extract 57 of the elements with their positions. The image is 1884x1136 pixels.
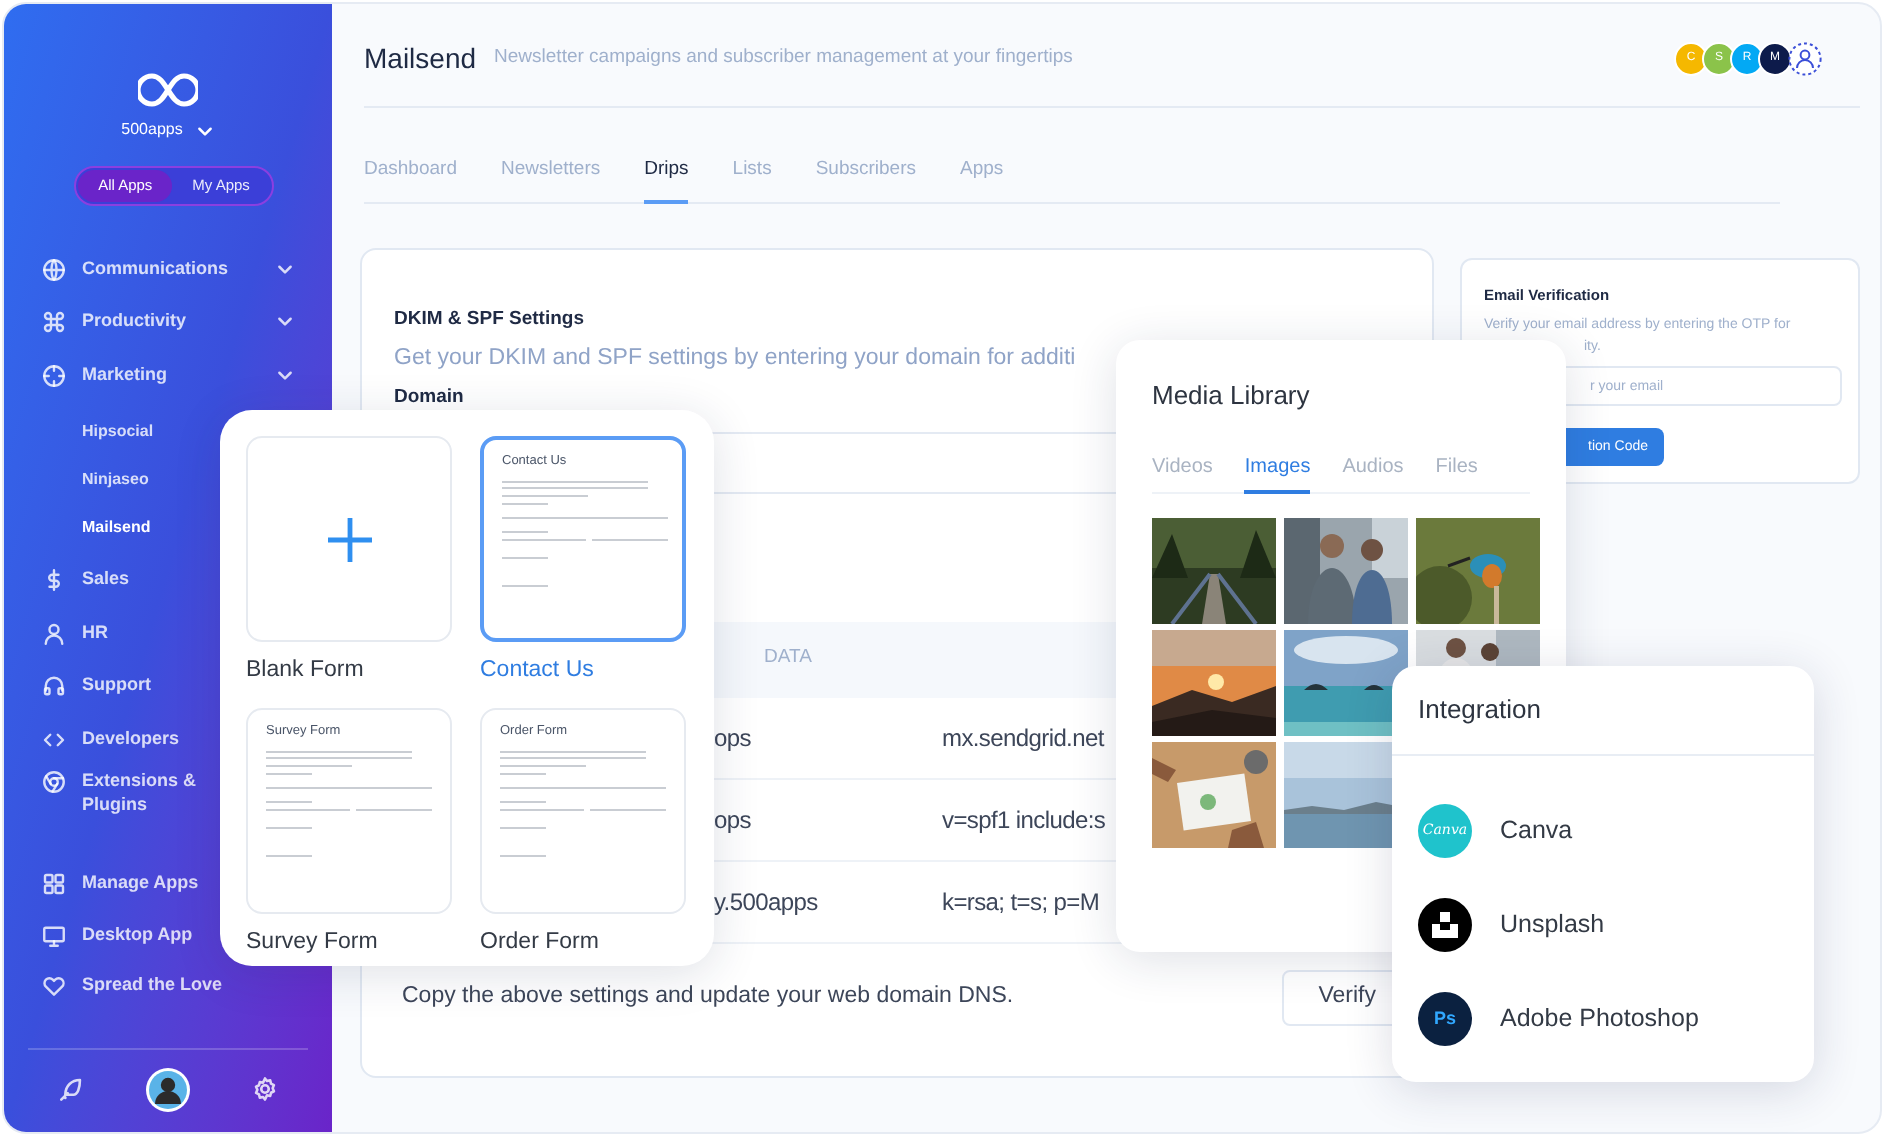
integration-name[interactable]: Unsplash xyxy=(1500,906,1605,944)
form-template-card[interactable] xyxy=(246,436,452,642)
column-header: DATA xyxy=(764,644,812,673)
sidebar-item[interactable]: Spread the Love xyxy=(82,972,223,997)
sidebar-item[interactable]: Support xyxy=(82,672,151,697)
plus-icon xyxy=(327,517,371,561)
page-subtitle: Newsletter campaigns and subscriber management at your fingertips xyxy=(494,44,1073,73)
field-label: Domain xyxy=(394,384,464,413)
template-label[interactable]: Survey Form xyxy=(246,926,378,961)
person-icon xyxy=(42,621,66,646)
command-icon xyxy=(42,310,66,335)
template-label[interactable]: Contact Us xyxy=(480,654,594,689)
monitor-icon xyxy=(42,923,66,948)
feather-icon xyxy=(58,1076,85,1102)
crosshair-icon xyxy=(42,363,66,388)
sidebar-item[interactable]: Developers xyxy=(82,725,180,750)
dollar-icon xyxy=(42,568,66,593)
section-title: DKIM & SPF Settings xyxy=(394,306,585,334)
infinity-logo-icon xyxy=(138,70,198,110)
panel-title: Integration xyxy=(1392,666,1814,756)
grid-icon xyxy=(42,872,66,897)
user-avatar xyxy=(145,1067,190,1111)
panel-title: Media Library xyxy=(1152,378,1312,414)
settings-icon xyxy=(251,1076,278,1102)
brand-name: 500apps xyxy=(121,118,183,142)
sidebar-subitem[interactable]: Mailsend xyxy=(82,503,151,551)
sidebar-subitem[interactable]: Ninjaseo xyxy=(82,455,149,503)
heart-icon xyxy=(42,974,66,999)
table-cell-text: y.500apps xyxy=(714,885,820,919)
sidebar-item[interactable]: Marketing xyxy=(82,361,168,386)
add-user-icon xyxy=(1788,42,1822,76)
globe-icon xyxy=(42,257,66,282)
sidebar-item[interactable]: Desktop App xyxy=(82,921,193,946)
sidebar-item[interactable]: Sales xyxy=(82,566,130,591)
sidebar-item[interactable]: Manage Apps xyxy=(82,870,199,895)
table-cell-text: ops xyxy=(714,803,753,837)
chevron-down-icon xyxy=(196,121,215,139)
media-tab[interactable]: Images xyxy=(1244,451,1311,493)
photoshop-logo-icon: Ps xyxy=(1418,992,1472,1046)
nav-tab[interactable]: Drips xyxy=(644,155,689,204)
sidebar-subitem[interactable]: Hipsocial xyxy=(82,407,154,455)
sidebar-item[interactable]: Productivity xyxy=(82,308,187,333)
template-label[interactable]: Order Form xyxy=(480,926,599,961)
unsplash-logo-icon xyxy=(1418,898,1472,952)
headset-icon xyxy=(42,674,66,699)
page-title: Mailsend xyxy=(364,40,477,78)
table-cell-text: mx.sendgrid.net xyxy=(942,721,1107,755)
template-label[interactable]: Blank Form xyxy=(246,654,364,689)
integration-name[interactable]: Canva xyxy=(1500,812,1573,850)
instruction-text: Copy the above settings and update your web domain DNS. xyxy=(402,981,1014,1012)
table-cell-text: k=rsa; t=s; p=M xyxy=(942,885,1102,919)
sidebar-item[interactable]: HR xyxy=(82,619,108,644)
integration-name[interactable]: Adobe Photoshop xyxy=(1500,1000,1699,1038)
table-cell-text: ops xyxy=(714,721,753,755)
browser-logo-icon xyxy=(42,769,66,794)
section-description: Get your DKIM and SPF settings by entering your domain for additi xyxy=(394,344,1076,375)
sidebar-item[interactable]: Communications xyxy=(82,255,229,280)
